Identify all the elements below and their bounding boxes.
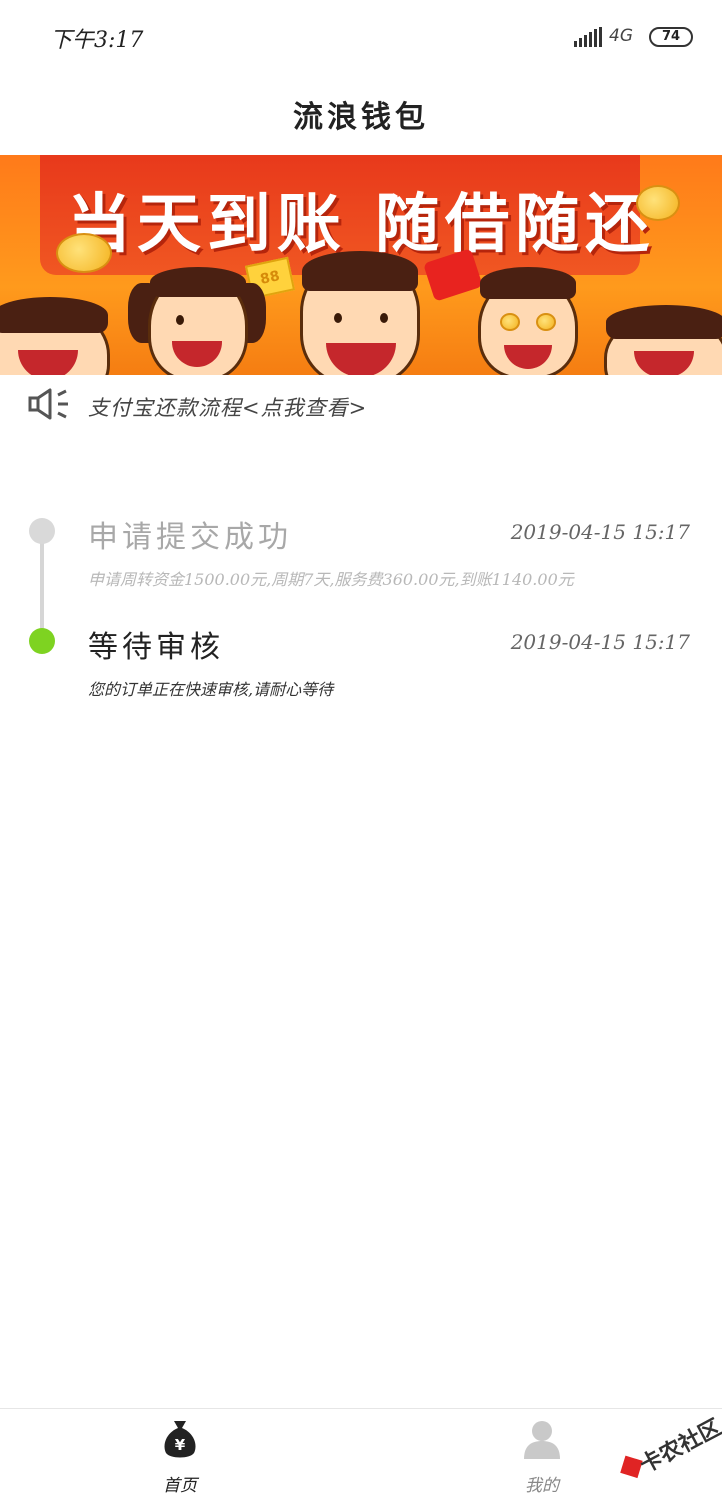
network-label: 4G: [609, 26, 633, 46]
speaker-icon: [28, 388, 68, 420]
timeline-dot-done: [29, 518, 55, 544]
character-hair: [606, 305, 722, 339]
character-eye: [334, 313, 342, 323]
status-time: 下午3:17: [50, 28, 144, 53]
coin-eye-icon: [536, 313, 556, 331]
step-time: 2019-04-15 15:17: [510, 520, 690, 544]
coin-icon: [56, 233, 112, 273]
nav-item-mine[interactable]: 我的: [482, 1409, 602, 1500]
step-title: 等待审核: [88, 630, 224, 665]
battery-icon: 74: [649, 27, 693, 47]
nav-label: 首页: [163, 1476, 197, 1496]
coin-eye-icon: [500, 313, 520, 331]
step-description: 您的订单正在快速审核,请耐心等待: [88, 680, 334, 699]
character-hair: [150, 267, 246, 297]
step-title: 申请提交成功: [88, 520, 292, 555]
page-title: 流浪钱包: [293, 100, 429, 135]
notice-link[interactable]: 支付宝还款流程<点我查看>: [88, 392, 367, 422]
coin-icon: [636, 185, 680, 221]
coupon-label: 88: [258, 268, 282, 288]
watermark-text: 卡农社区: [636, 1415, 722, 1479]
character-hair: [302, 251, 418, 291]
step-description: 申请周转资金1500.00元,周期7天,服务费360.00元,到账1140.00…: [88, 570, 574, 589]
user-icon: [524, 1421, 560, 1459]
svg-text:¥: ¥: [175, 1436, 186, 1454]
character-hair: [0, 297, 108, 333]
character-eye: [176, 315, 184, 325]
nav-item-home[interactable]: ¥ 首页: [120, 1409, 240, 1500]
promo-banner[interactable]: 当天到账 随借随还 88: [0, 155, 722, 375]
character-mouth: [18, 350, 78, 375]
character-hair: [480, 267, 576, 299]
signal-icon: [574, 27, 602, 47]
timeline-connector: [40, 532, 44, 640]
timeline-dot-current: [29, 628, 55, 654]
notice-bar[interactable]: 支付宝还款流程<点我查看>: [0, 375, 722, 435]
status-bar: 下午3:17 4G 74: [0, 0, 722, 70]
character-eye: [380, 313, 388, 323]
step-time: 2019-04-15 15:17: [510, 630, 690, 654]
money-bag-icon: ¥: [164, 1421, 196, 1458]
nav-label: 我的: [525, 1476, 559, 1496]
